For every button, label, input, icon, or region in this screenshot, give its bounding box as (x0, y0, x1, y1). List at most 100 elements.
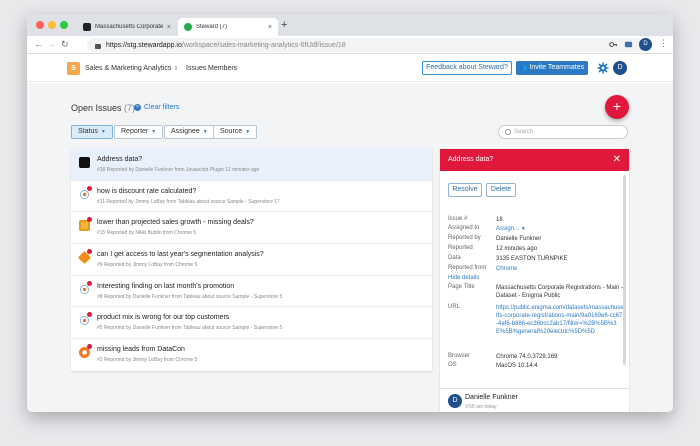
divider (440, 388, 629, 389)
reported-time-value: 12 minutes ago (496, 246, 538, 252)
notification-badge (87, 312, 92, 318)
tab-strip: Massachusetts Corporate Re... × Steward … (27, 14, 673, 36)
workspace-switcher[interactable]: Sales & Marketing Analytics ⇕ (85, 65, 178, 72)
add-user-icon: 👥 (519, 65, 528, 71)
issue-row[interactable]: product mix is wrong for our top custome… (71, 307, 432, 340)
nav-issues[interactable]: Issues (186, 65, 206, 72)
browser-tab-steward[interactable]: Steward (7) × (178, 18, 278, 36)
field-key: Assigned to (448, 225, 480, 231)
issue-row[interactable]: Interesting finding on last month's prom… (71, 276, 432, 308)
notification-badge (87, 185, 92, 191)
issue-row[interactable]: Address data? #18 Reported by Danielle F… (71, 149, 432, 181)
close-tab-icon[interactable]: × (167, 24, 171, 31)
workspace-logo[interactable]: S (67, 62, 80, 75)
field-key: OS (448, 362, 457, 368)
reported-from-link[interactable]: Chrome (496, 265, 624, 273)
open-issues-label: Open Issues (71, 103, 122, 113)
notification-badge (87, 249, 92, 255)
hide-details-link[interactable]: Hide details (448, 275, 490, 281)
caret-down-icon: ▼ (202, 129, 208, 135)
zoom-window-button[interactable] (60, 21, 68, 29)
browser-tab-massachusetts[interactable]: Massachusetts Corporate Re... × (77, 18, 177, 36)
address-bar[interactable]: https://stg.stewardapp.io /workspace/sal… (87, 38, 643, 52)
chevron-updown-icon: ⇕ (173, 66, 179, 72)
key-icon[interactable] (609, 40, 618, 49)
menu-dots-icon[interactable]: ⋮ (659, 38, 668, 49)
caret-down-icon: ▼ (520, 226, 526, 232)
close-tab-icon[interactable]: × (268, 24, 272, 31)
caret-down-icon: ▼ (151, 129, 157, 135)
close-window-button[interactable] (36, 21, 44, 29)
minimize-window-button[interactable] (48, 21, 56, 29)
notification-badge (87, 344, 92, 350)
issue-meta: #9 Reported by Jimmy LoBay from Chrome 5 (97, 262, 198, 269)
notification-badge (87, 280, 92, 286)
extension-icon[interactable] (624, 40, 633, 49)
issue-meta: #11 Reported by Jimmy LoBay from Tableau… (97, 198, 280, 205)
filter-label: Source (220, 128, 243, 135)
comment-time: 9:58 am today (465, 404, 497, 410)
search-input[interactable]: Search (498, 125, 628, 139)
invite-teammates-button[interactable]: 👥 Invite Teammates (516, 61, 588, 75)
issue-row[interactable]: missing leads from DataCon #2 Reported b… (71, 339, 432, 371)
profile-avatar[interactable]: D (639, 38, 652, 51)
issue-title: lower than projected sales growth - miss… (97, 219, 254, 227)
resolve-button[interactable]: Resolve (448, 183, 482, 197)
field-key: Reported from (448, 265, 487, 271)
feedback-button[interactable]: Feedback about Steward? (422, 61, 512, 75)
assign-dropdown[interactable]: Assign... ▼ (496, 225, 624, 233)
back-arrow-icon[interactable]: ← (34, 39, 43, 49)
gear-icon[interactable] (597, 62, 609, 74)
nav-members[interactable]: Members (208, 65, 237, 72)
scrollbar[interactable] (623, 175, 626, 365)
url-link[interactable]: https://public.enigma.com/datasets/massa… (496, 304, 624, 336)
data-value: 3135 EASTON TURNPIKE (496, 256, 568, 262)
filter-status[interactable]: Status ▼ (71, 125, 113, 139)
issue-meta: #5 Reported by Danielle Funkner from Tab… (97, 325, 283, 332)
search-icon (505, 129, 511, 135)
notification-badge (87, 217, 92, 223)
add-issue-button[interactable]: + (605, 95, 629, 119)
clear-filters-button[interactable]: × Clear filters (134, 104, 179, 111)
issue-row[interactable]: lower than projected sales growth - miss… (71, 212, 432, 245)
url-host: https://stg.stewardapp.io (106, 41, 182, 49)
issues-page: Open Issues (7) × Clear filters + Status… (27, 83, 673, 412)
filter-assignee[interactable]: Assignee ▼ (164, 125, 215, 139)
issue-title: can I get access to last year's segmenta… (97, 251, 264, 259)
delete-button[interactable]: Delete (486, 183, 516, 197)
issue-list: Address data? #18 Reported by Danielle F… (71, 149, 432, 371)
detail-header: Address data? ✕ (440, 149, 629, 171)
reported-by-value: Danielle Funkner (496, 236, 542, 242)
clear-x-icon: × (134, 104, 141, 111)
issue-row[interactable]: can I get access to last year's segmenta… (71, 244, 432, 276)
issue-row[interactable]: how is discount rate calculated? #11 Rep… (71, 181, 432, 213)
lock-icon (95, 43, 101, 49)
tab-title: Steward (7) (196, 24, 228, 30)
forward-arrow-icon[interactable]: → (47, 39, 56, 49)
tableau-icon (79, 315, 90, 327)
detail-title: Address data? (448, 156, 494, 163)
field-key: Browser (448, 353, 471, 359)
workspace-name: Sales & Marketing Analytics (85, 65, 172, 72)
browser-window: Massachusetts Corporate Re... × Steward … (27, 14, 673, 412)
steward-favicon-icon (184, 23, 192, 31)
issue-title: missing leads from DataCon (97, 346, 185, 354)
user-avatar[interactable]: D (613, 61, 627, 75)
reload-icon[interactable]: ↻ (61, 39, 69, 50)
browser-toolbar: ← → ↻ https://stg.stewardapp.io /workspa… (27, 36, 673, 54)
page-title: Open Issues (7) (71, 103, 135, 113)
issue-title: Interesting finding on last month's prom… (97, 282, 235, 290)
filter-reporter[interactable]: Reporter ▼ (114, 125, 164, 139)
os-value: MacOS 10.14.4 (496, 363, 538, 369)
enigma-favicon-icon (83, 23, 91, 31)
filter-source[interactable]: Source ▼ (213, 125, 258, 139)
javascript-plugin-icon (79, 157, 90, 168)
comment-author: Danielle Funkner (465, 394, 518, 401)
search-placeholder: Search (514, 129, 534, 135)
tab-title: Massachusetts Corporate Re... (95, 24, 163, 30)
field-key: Page Title (448, 284, 475, 290)
browser-value: Chrome 74.0.3729.169 (496, 354, 558, 360)
new-tab-button[interactable]: + (281, 19, 287, 31)
invite-label: Invite Teammates (529, 64, 585, 71)
close-icon[interactable]: ✕ (613, 149, 621, 171)
